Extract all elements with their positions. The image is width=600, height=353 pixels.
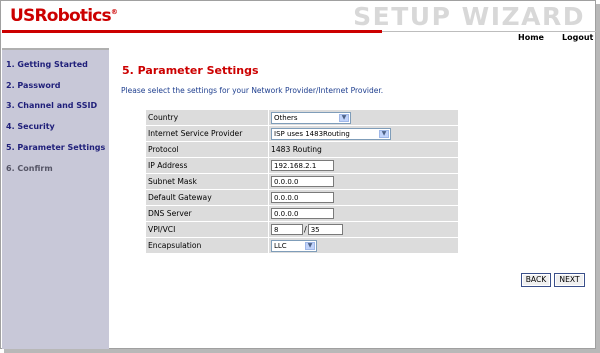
protocol-label: Protocol [146, 142, 268, 157]
main-content: 5. Parameter Settings Please select the … [109, 48, 592, 345]
brand-name: USRobotics [10, 6, 112, 26]
sidebar-item-security[interactable]: 4. Security [6, 122, 55, 131]
encapsulation-label: Encapsulation [146, 238, 268, 253]
sidebar: 1. Getting Started 2. Password 3. Channe… [2, 48, 109, 349]
isp-value: ISP uses 1483Routing [274, 129, 350, 138]
window-shadow-bottom [4, 349, 600, 353]
country-value: Others [274, 113, 298, 122]
gateway-label: Default Gateway [146, 190, 268, 205]
chevron-down-icon: ▼ [339, 113, 349, 122]
brand-logo: USRobotics® [10, 6, 118, 26]
intro-text: Please select the settings for your Netw… [121, 86, 384, 95]
sidebar-item-confirm: 6. Confirm [6, 164, 53, 173]
encapsulation-value: LLC [274, 241, 287, 250]
window-shadow-right [596, 4, 600, 353]
subnet-cell: 0.0.0.0 [269, 174, 458, 189]
form-row-encapsulation: Encapsulation LLC ▼ [146, 238, 458, 253]
next-button[interactable]: NEXT [554, 273, 585, 287]
chevron-down-icon: ▼ [305, 241, 315, 250]
parameter-form: Country Others ▼ Internet Service Provide… [145, 109, 459, 254]
vpivci-cell: 8/35 [269, 222, 458, 237]
country-select[interactable]: Others ▼ [271, 111, 351, 124]
default-gateway-field[interactable]: 0.0.0.0 [271, 192, 334, 203]
ip-address-field[interactable]: 192.168.2.1 [271, 160, 334, 171]
subnet-mask-field[interactable]: 0.0.0.0 [271, 176, 334, 187]
wizard-window: USRobotics® SETUP WIZARD Home Logout 1. … [0, 0, 596, 349]
top-nav: Home Logout [2, 32, 596, 45]
vpi-field[interactable]: 8 [271, 224, 303, 235]
vpivci-label: VPI/VCI [146, 222, 268, 237]
form-row-country: Country Others ▼ [146, 110, 458, 125]
encapsulation-cell: LLC ▼ [269, 238, 458, 253]
form-row-isp: Internet Service Provider ISP uses 1483R… [146, 126, 458, 141]
sidebar-item-parameter-settings[interactable]: 5. Parameter Settings [6, 143, 105, 152]
sidebar-item-getting-started[interactable]: 1. Getting Started [6, 60, 88, 69]
brand-registered-mark: ® [110, 8, 118, 16]
sidebar-item-channel-ssid[interactable]: 3. Channel and SSID [6, 101, 97, 110]
ip-cell: 192.168.2.1 [269, 158, 458, 173]
ip-label: IP Address [146, 158, 268, 173]
country-cell: Others ▼ [269, 110, 458, 125]
chevron-down-icon: ▼ [379, 129, 389, 138]
form-row-vpivci: VPI/VCI 8/35 [146, 222, 458, 237]
form-row-ip: IP Address 192.168.2.1 [146, 158, 458, 173]
country-label: Country [146, 110, 268, 125]
dns-label: DNS Server [146, 206, 268, 221]
form-row-subnet: Subnet Mask 0.0.0.0 [146, 174, 458, 189]
form-row-dns: DNS Server 0.0.0.0 [146, 206, 458, 221]
setup-wizard-heading: SETUP WIZARD [353, 2, 585, 31]
home-link[interactable]: Home [518, 33, 544, 42]
page-title: 5. Parameter Settings [122, 64, 259, 77]
sidebar-item-password[interactable]: 2. Password [6, 81, 61, 90]
form-row-gateway: Default Gateway 0.0.0.0 [146, 190, 458, 205]
isp-cell: ISP uses 1483Routing ▼ [269, 126, 458, 141]
dns-server-field[interactable]: 0.0.0.0 [271, 208, 334, 219]
vci-field[interactable]: 35 [307, 224, 343, 235]
back-button[interactable]: BACK [521, 273, 551, 287]
subnet-label: Subnet Mask [146, 174, 268, 189]
dns-cell: 0.0.0.0 [269, 206, 458, 221]
encapsulation-select[interactable]: LLC ▼ [271, 239, 317, 252]
logout-link[interactable]: Logout [562, 33, 593, 42]
isp-label: Internet Service Provider [146, 126, 268, 141]
isp-select[interactable]: ISP uses 1483Routing ▼ [271, 127, 391, 140]
form-row-protocol: Protocol 1483 Routing [146, 142, 458, 157]
protocol-value: 1483 Routing [269, 142, 458, 157]
vpi-vci-separator: / [304, 224, 307, 234]
gateway-cell: 0.0.0.0 [269, 190, 458, 205]
